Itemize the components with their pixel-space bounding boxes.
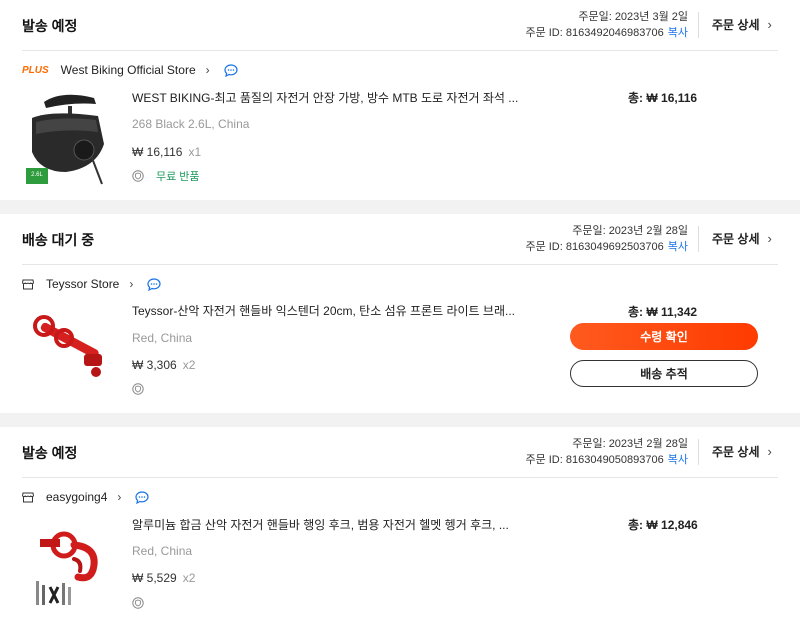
product-variant: Red, China: [132, 331, 193, 345]
copy-order-id-button[interactable]: 복사: [668, 27, 688, 39]
chevron-right-icon: ›: [205, 63, 210, 77]
message-icon[interactable]: [224, 63, 238, 77]
order-date: 주문일: 2023년 2월 28일: [572, 225, 688, 237]
product-price: ₩ 5,529 x2: [132, 571, 196, 585]
store-name: easygoing4: [46, 490, 108, 504]
divider: [698, 12, 699, 38]
divider: [698, 439, 699, 465]
order-detail-link[interactable]: 주문 상세 ›: [712, 230, 772, 247]
order-meta: 주문일: 2023년 2월 28일 주문 ID: 816304905089370…: [525, 436, 688, 468]
service-badges: [132, 597, 144, 609]
plus-badge: PLUS: [22, 64, 49, 76]
product-image[interactable]: [22, 515, 112, 615]
store-link[interactable]: PLUS West Biking Official Store ›: [22, 62, 238, 78]
chevron-right-icon: ›: [117, 490, 122, 504]
product-image[interactable]: [22, 302, 112, 402]
order-card: 발송 예정 주문일: 2023년 3월 2일 주문 ID: 8163492046…: [0, 0, 800, 200]
order-detail-link[interactable]: 주문 상세 ›: [712, 443, 772, 460]
service-badges: [132, 383, 144, 395]
product-title[interactable]: WEST BIKING-최고 품질의 자전거 안장 가방, 방수 MTB 도로 …: [132, 89, 518, 106]
order-date: 주문일: 2023년 2월 28일: [572, 438, 688, 450]
chevron-right-icon: ›: [767, 17, 772, 32]
message-icon[interactable]: [135, 490, 149, 504]
copy-order-id-button[interactable]: 복사: [668, 454, 688, 466]
product-price: ₩ 16,116 x1: [132, 145, 202, 159]
order-total: 총: ₩ 16,116: [628, 91, 698, 105]
store-link[interactable]: easygoing4 ›: [22, 489, 149, 505]
thumb-capacity-label: 2.6L: [31, 172, 43, 178]
divider: [22, 264, 778, 265]
order-card: 발송 예정 주문일: 2023년 2월 28일 주문 ID: 816304905…: [0, 427, 800, 625]
order-status: 발송 예정: [22, 445, 78, 461]
order-status: 발송 예정: [22, 18, 78, 34]
divider: [698, 226, 699, 252]
order-header: 발송 예정 주문일: 2023년 2월 28일 주문 ID: 816304905…: [0, 427, 800, 477]
product-title[interactable]: Teyssor-산악 자전거 핸들바 익스텐더 20cm, 탄소 섬유 프론트 …: [132, 302, 515, 319]
order-total: 총: ₩ 11,342: [628, 305, 698, 319]
product-price: ₩ 3,306 x2: [132, 358, 196, 372]
confirm-receipt-button[interactable]: 수령 확인: [570, 323, 758, 350]
shield-icon: [132, 383, 144, 395]
service-badges: 무료 반품: [132, 168, 200, 184]
product-qty: x2: [182, 571, 196, 585]
chevron-right-icon: ›: [767, 231, 772, 246]
product-title[interactable]: 알루미늄 합금 산악 자전거 핸들바 행잉 후크, 범용 자전거 헬멧 헹거 후…: [132, 516, 509, 533]
product-variant: Red, China: [132, 544, 193, 558]
order-date: 주문일: 2023년 3월 2일: [578, 11, 688, 23]
store-link[interactable]: Teyssor Store ›: [22, 276, 161, 292]
divider: [22, 50, 778, 51]
order-id: 주문 ID: 8163049050893706: [525, 454, 664, 466]
order-card: 배송 대기 중 주문일: 2023년 2월 28일 주문 ID: 8163049…: [0, 214, 800, 413]
track-shipment-button[interactable]: 배송 추적: [570, 360, 758, 387]
order-total: 총: ₩ 12,846: [628, 518, 698, 532]
order-meta: 주문일: 2023년 3월 2일 주문 ID: 8163492046983706…: [525, 9, 688, 41]
order-id: 주문 ID: 8163049692503706: [525, 241, 664, 253]
free-return-badge: 무료 반품: [156, 171, 200, 183]
shield-icon: [132, 170, 144, 182]
shop-icon: [22, 492, 34, 502]
order-id: 주문 ID: 8163492046983706: [525, 27, 664, 39]
order-header: 배송 대기 중 주문일: 2023년 2월 28일 주문 ID: 8163049…: [0, 214, 800, 264]
shop-icon: [22, 279, 34, 289]
copy-order-id-button[interactable]: 복사: [668, 241, 688, 253]
product-image[interactable]: 2.6L: [22, 88, 112, 188]
message-icon[interactable]: [147, 277, 161, 291]
chevron-right-icon: ›: [767, 444, 772, 459]
store-name: West Biking Official Store: [60, 63, 196, 77]
product-qty: x1: [188, 145, 202, 159]
order-detail-link[interactable]: 주문 상세 ›: [712, 16, 772, 33]
divider: [22, 477, 778, 478]
product-qty: x2: [182, 358, 196, 372]
chevron-right-icon: ›: [129, 277, 134, 291]
order-status: 배송 대기 중: [22, 232, 95, 248]
order-header: 발송 예정 주문일: 2023년 3월 2일 주문 ID: 8163492046…: [0, 0, 800, 50]
order-meta: 주문일: 2023년 2월 28일 주문 ID: 816304969250370…: [525, 223, 688, 255]
product-variant: 268 Black 2.6L, China: [132, 117, 250, 131]
shield-icon: [132, 597, 144, 609]
store-name: Teyssor Store: [46, 277, 120, 291]
